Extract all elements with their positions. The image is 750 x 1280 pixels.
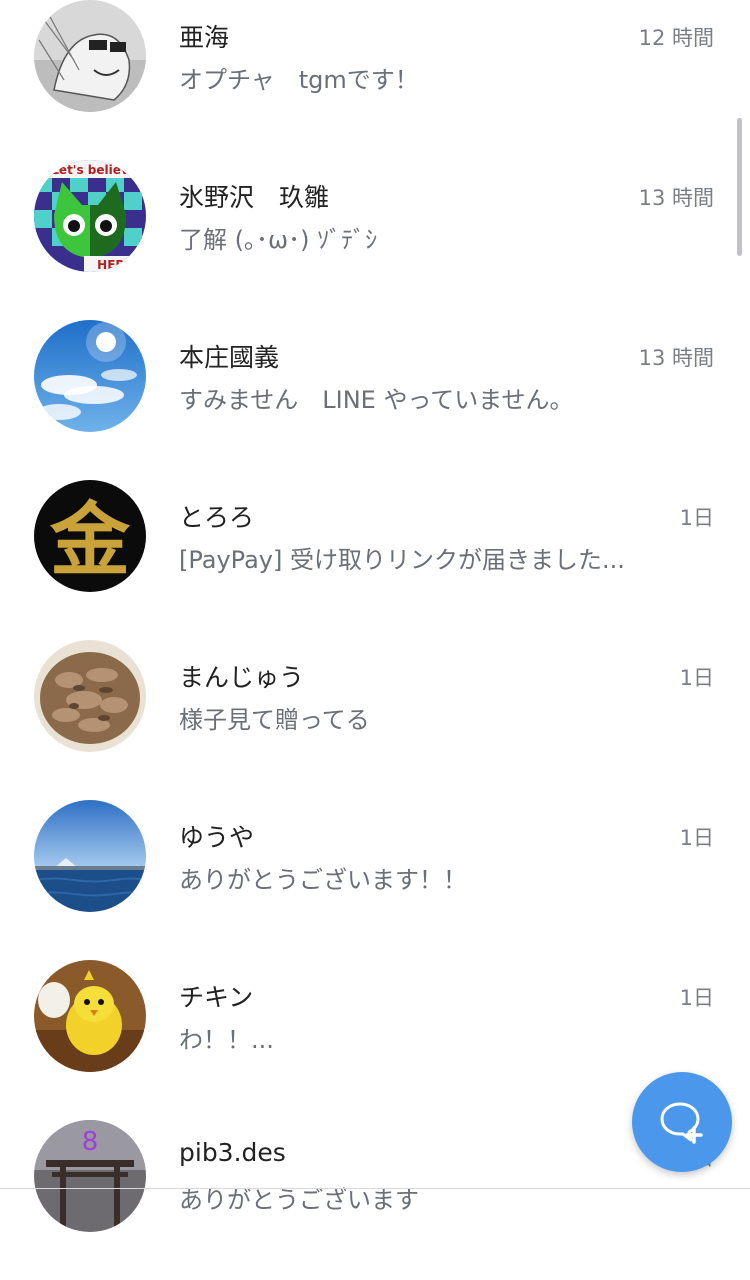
chat-preview: [PayPay] 受け取りリンクが届きました... [179, 546, 625, 574]
scrollbar[interactable] [737, 118, 742, 256]
avatar-manga-sketch [34, 0, 146, 112]
chat-name: 亜海 [179, 23, 230, 52]
chat-preview: ありがとうございます [179, 1186, 419, 1214]
avatar-text-bottom: HERO [97, 258, 135, 272]
chat-name: pib3.des [179, 1138, 286, 1167]
avatar-text-top: Let's believ [51, 163, 129, 177]
chat-name: まんじゅう [179, 663, 305, 692]
chat-name: とろろ [179, 503, 255, 532]
avatar-kanji: 金 [49, 493, 131, 587]
chat-time: 1日 [679, 506, 714, 530]
new-chat-button[interactable] [632, 1072, 732, 1172]
chat-row[interactable]: チキン わ！！... 1日 [0, 960, 750, 1120]
avatar-gold-kanji: 金 [34, 480, 146, 592]
chat-preview: 了解 (｡･ω･) ｿﾞﾃﾞｼ [179, 226, 378, 254]
chat-row[interactable]: Let's believ HERO 氷野沢 玖雛 了解 (｡･ω･) ｿﾞﾃﾞｼ… [0, 160, 750, 320]
avatar-torii-gate: 8 [34, 1120, 146, 1232]
new-chat-plus-icon [660, 1102, 703, 1144]
chat-time: 12 時間 [638, 26, 714, 50]
chat-list: 亜海 オプチャ tgmです！ 12 時間 Let's believ HERO 氷… [0, 0, 750, 1232]
chat-name: 氷野沢 玖雛 [179, 183, 330, 212]
chat-time: 1日 [679, 826, 714, 850]
bottom-divider [0, 1188, 750, 1189]
chat-row[interactable]: ゆうや ありがとうございます！！ 1日 [0, 800, 750, 960]
chat-time: 1日 [679, 986, 714, 1010]
avatar-food-bowl [34, 640, 146, 752]
chat-name: チキン [179, 983, 254, 1012]
chat-row[interactable]: 本庄國義 すみません LINE やっていません。 13 時間 [0, 320, 750, 480]
chat-name: 本庄國義 [179, 343, 280, 372]
chat-preview: 様子見て贈ってる [179, 706, 370, 734]
chat-name: ゆうや [179, 823, 255, 852]
avatar-green-cat: Let's believ HERO [34, 160, 146, 272]
chat-time: 1日 [679, 666, 714, 690]
chat-row[interactable]: 亜海 オプチャ tgmです！ 12 時間 [0, 0, 750, 160]
avatar-ocean-mountain [34, 800, 146, 912]
chat-preview: オプチャ tgmです！ [179, 66, 419, 94]
avatar-sky-sun [34, 320, 146, 432]
avatar-number: 8 [82, 1127, 99, 1157]
chat-preview: わ！！... [179, 1026, 274, 1054]
chat-time: 13 時間 [638, 346, 714, 370]
chat-row[interactable]: まんじゅう 様子見て贈ってる 1日 [0, 640, 750, 800]
chat-time: 13 時間 [638, 186, 714, 210]
chat-preview: ありがとうございます！！ [179, 866, 467, 894]
chat-preview: すみません LINE やっていません。 [179, 386, 574, 414]
chat-row[interactable]: 金 とろろ [PayPay] 受け取りリンクが届きました... 1日 [0, 480, 750, 640]
avatar-yellow-chick [34, 960, 146, 1072]
